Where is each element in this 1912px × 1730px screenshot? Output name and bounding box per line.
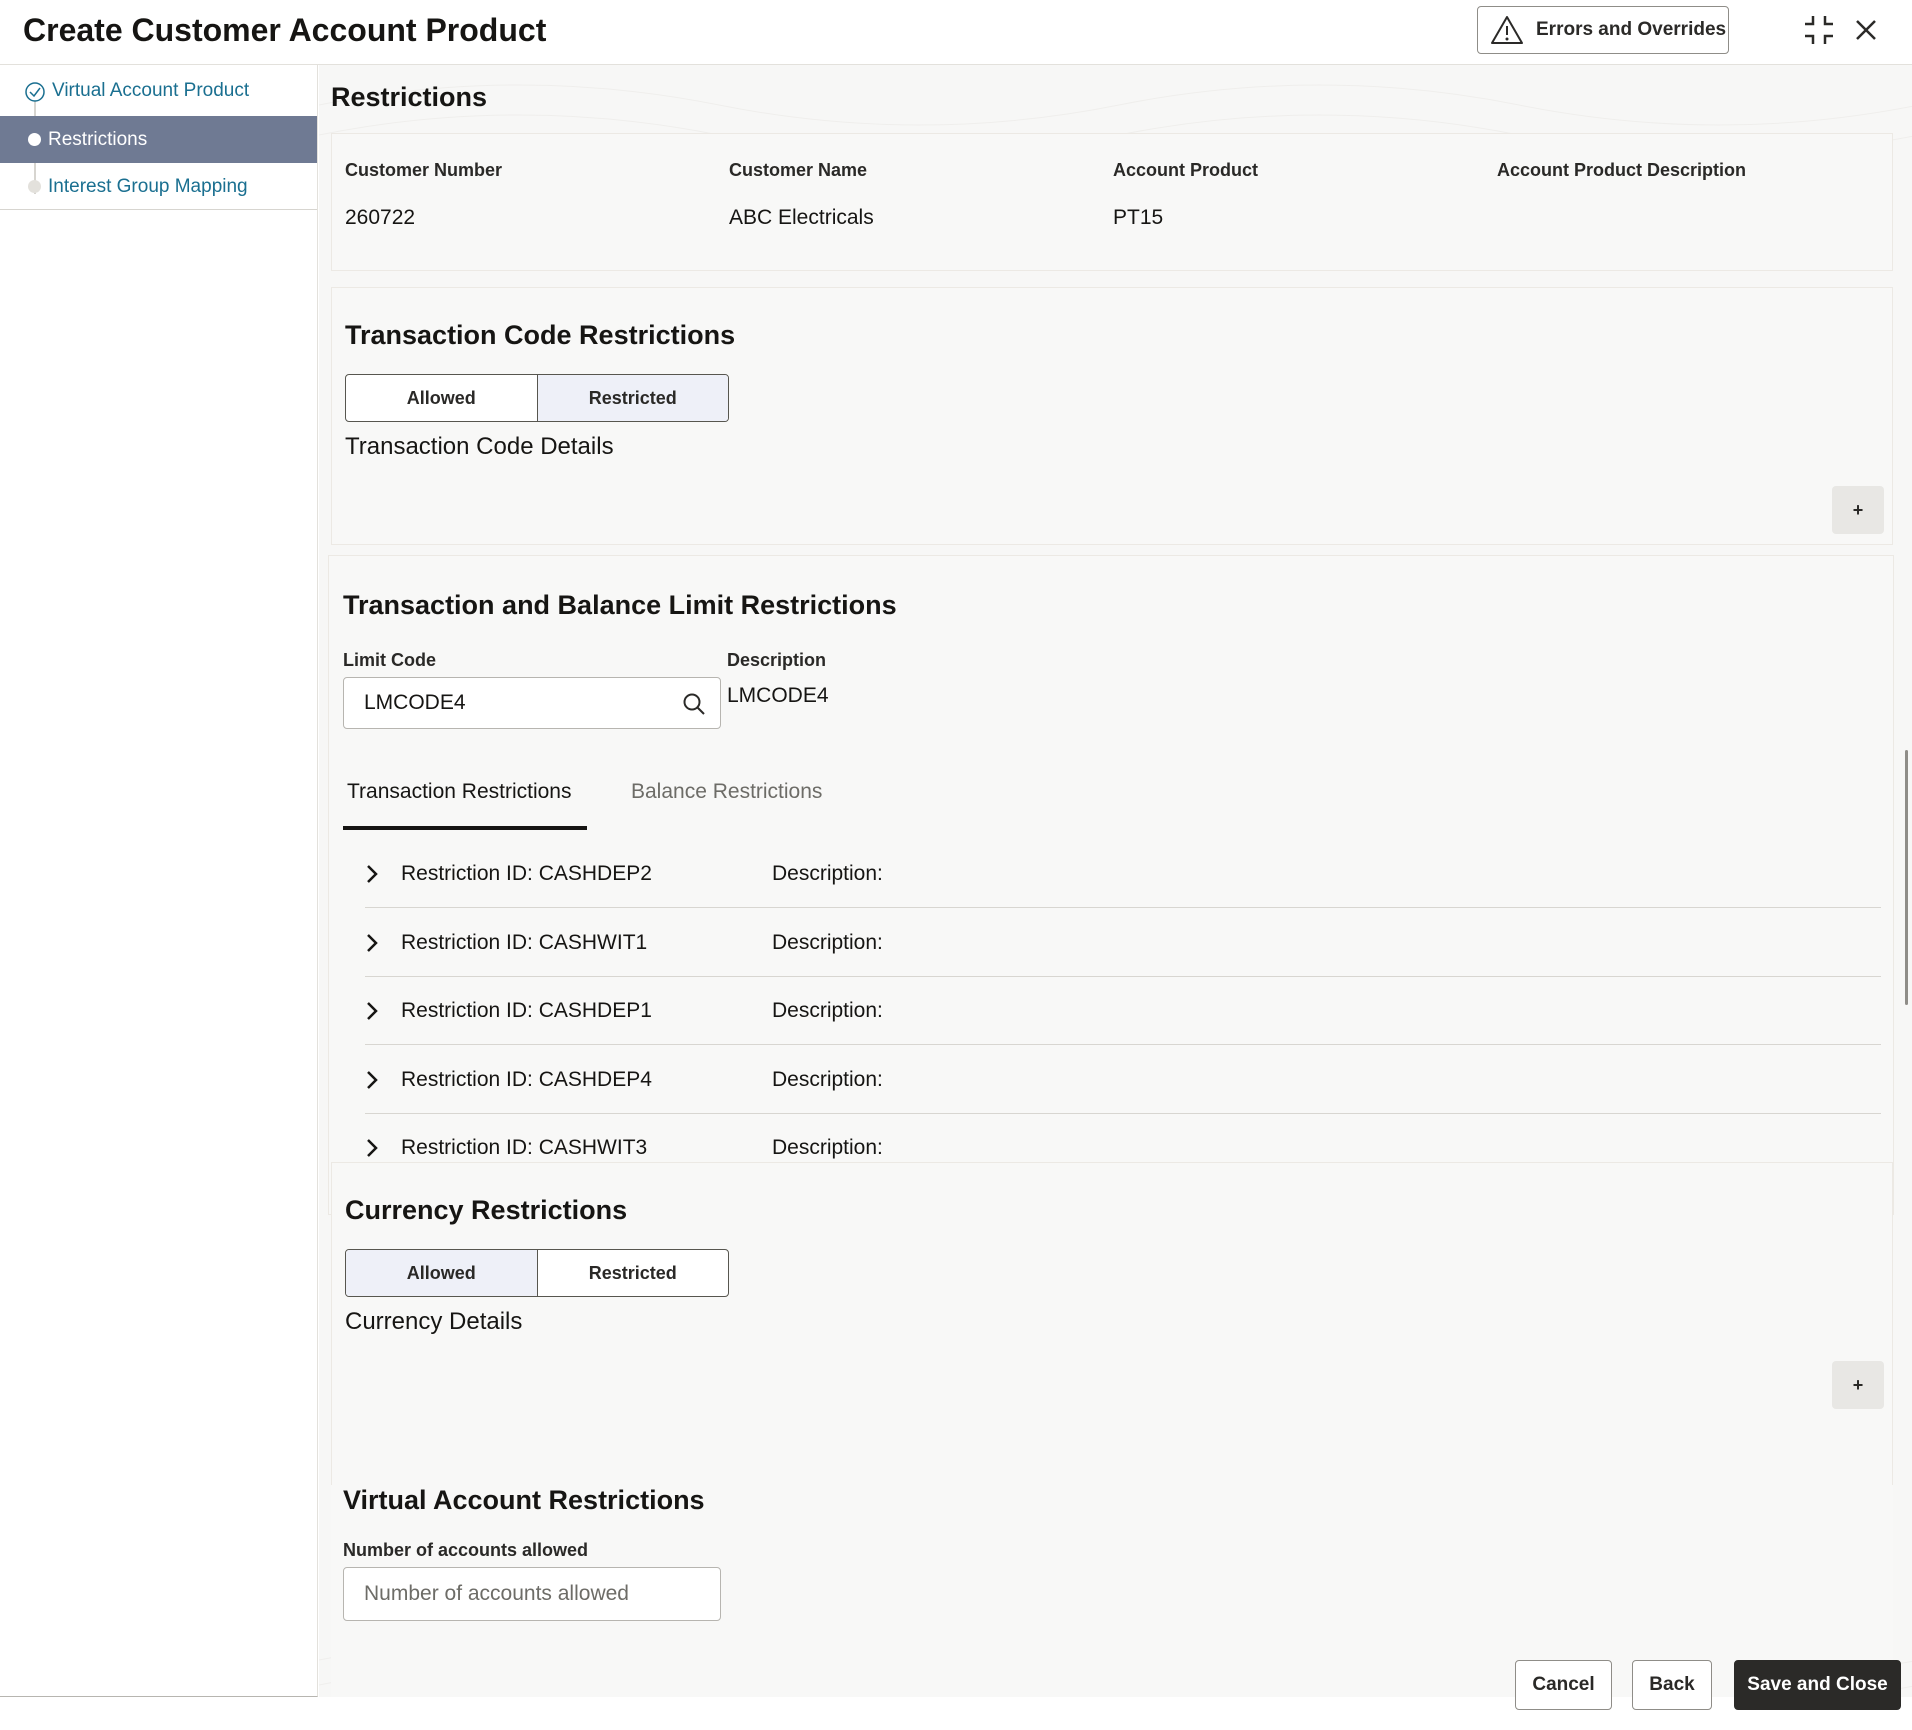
transaction-code-restrictions-section: Transaction Code Restrictions Allowed Re… (331, 287, 1893, 545)
limit-code-input[interactable] (364, 691, 720, 715)
tab-balance-restrictions[interactable]: Balance Restrictions (631, 780, 822, 830)
minimize-button[interactable] (1799, 10, 1839, 50)
tab-transaction-restrictions[interactable]: Transaction Restrictions (343, 780, 587, 830)
limit-restrictions-section: Transaction and Balance Limit Restrictio… (328, 555, 1894, 1215)
main-content: Restrictions Customer Number 260722 Cust… (319, 65, 1912, 1697)
number-of-accounts-input[interactable] (364, 1582, 720, 1606)
limit-code-label: Limit Code (343, 650, 436, 670)
currency-restrictions-title: Currency Restrictions (345, 1195, 628, 1225)
sidebar-item-label: Interest Group Mapping (48, 175, 248, 197)
chevron-right-icon[interactable] (365, 1070, 401, 1090)
back-button[interactable]: Back (1632, 1660, 1712, 1710)
account-product-label: Account Product (1113, 160, 1259, 180)
errors-and-overrides-label: Errors and Overrides (1536, 19, 1727, 40)
account-product-description-label: Account Product Description (1497, 160, 1747, 180)
restriction-id: Restriction ID: CASHDEP2 (401, 861, 652, 885)
restriction-description: Description: (772, 1067, 883, 1091)
sidebar-item-virtual-account-product[interactable]: Virtual Account Product (0, 67, 317, 114)
window-header: Create Customer Account Product Errors a… (0, 0, 1912, 65)
sidebar-item-label: Restrictions (48, 128, 148, 150)
restriction-row[interactable]: Restriction ID: CASHDEP2 Description: (365, 840, 1881, 908)
sidebar-divider (0, 209, 317, 210)
scrollbar[interactable] (1905, 750, 1908, 1005)
number-of-accounts-field[interactable] (343, 1567, 721, 1621)
sidebar-item-label: Virtual Account Product (52, 79, 250, 101)
transaction-code-details-title: Transaction Code Details (345, 433, 614, 460)
restriction-id: Restriction ID: CASHDEP4 (401, 1067, 652, 1091)
add-transaction-code-button[interactable]: + (1832, 486, 1884, 534)
currency-toggle: Allowed Restricted (345, 1249, 729, 1297)
transaction-code-toggle: Allowed Restricted (345, 374, 729, 422)
customer-number-value: 260722 (345, 206, 416, 229)
errors-and-overrides-button[interactable]: Errors and Overrides (1477, 6, 1729, 54)
restriction-description: Description: (772, 930, 883, 954)
restriction-row[interactable]: Restriction ID: CASHDEP4 Description: (365, 1046, 1881, 1114)
customer-number-label: Customer Number (345, 160, 503, 180)
sidebar-item-interest-group-mapping[interactable]: Interest Group Mapping (0, 163, 317, 210)
currency-restricted-option[interactable]: Restricted (536, 1250, 729, 1296)
save-and-close-button[interactable]: Save and Close (1734, 1660, 1901, 1710)
close-icon (1856, 20, 1876, 40)
window-title: Create Customer Account Product (23, 12, 547, 48)
collapse-icon (1805, 16, 1833, 44)
virtual-account-restrictions-title: Virtual Account Restrictions (343, 1485, 705, 1515)
description-value: LMCODE4 (727, 684, 829, 707)
summary-card: Customer Number 260722 Customer Name ABC… (331, 133, 1893, 271)
current-step-icon (28, 133, 41, 146)
restriction-row[interactable]: Restriction ID: CASHDEP1 Description: (365, 977, 1881, 1045)
transaction-code-allowed-option[interactable]: Allowed (346, 375, 537, 421)
restriction-row[interactable]: Restriction ID: CASHWIT1 Description: (365, 909, 1881, 977)
check-circle-icon (25, 82, 45, 102)
close-button[interactable] (1846, 10, 1886, 50)
limit-restrictions-title: Transaction and Balance Limit Restrictio… (343, 590, 897, 620)
customer-name-value: ABC Electricals (729, 206, 874, 229)
currency-details-title: Currency Details (345, 1308, 523, 1335)
description-label: Description (727, 650, 827, 670)
number-of-accounts-label: Number of accounts allowed (343, 1540, 589, 1560)
chevron-right-icon[interactable] (365, 864, 401, 884)
page-title: Restrictions (331, 82, 488, 112)
warning-icon (1491, 16, 1523, 44)
account-product-value: PT15 (1113, 206, 1164, 229)
transaction-code-restricted-option[interactable]: Restricted (536, 375, 728, 421)
add-currency-button[interactable]: + (1832, 1361, 1884, 1409)
restriction-description: Description: (772, 1136, 883, 1159)
pending-step-icon (28, 180, 41, 193)
restriction-id: Restriction ID: CASHDEP1 (401, 998, 652, 1022)
sidebar: Virtual Account Product Restrictions Int… (0, 65, 318, 1697)
sidebar-item-restrictions[interactable]: Restrictions (0, 116, 317, 163)
transaction-code-restrictions-title: Transaction Code Restrictions (345, 320, 736, 350)
chevron-right-icon[interactable] (365, 933, 401, 953)
restriction-id: Restriction ID: CASHWIT3 (401, 1136, 648, 1159)
limit-code-field[interactable] (343, 677, 721, 729)
chevron-right-icon[interactable] (365, 1138, 401, 1158)
chevron-right-icon[interactable] (365, 1001, 401, 1021)
currency-allowed-option[interactable]: Allowed (346, 1250, 537, 1296)
search-icon[interactable] (682, 692, 706, 716)
customer-name-label: Customer Name (729, 160, 868, 180)
restriction-id: Restriction ID: CASHWIT1 (401, 930, 648, 954)
restriction-description: Description: (772, 861, 883, 885)
cancel-button[interactable]: Cancel (1515, 1660, 1612, 1710)
currency-restrictions-section: Currency Restrictions Allowed Restricted… (331, 1162, 1893, 1500)
restriction-description: Description: (772, 998, 883, 1022)
